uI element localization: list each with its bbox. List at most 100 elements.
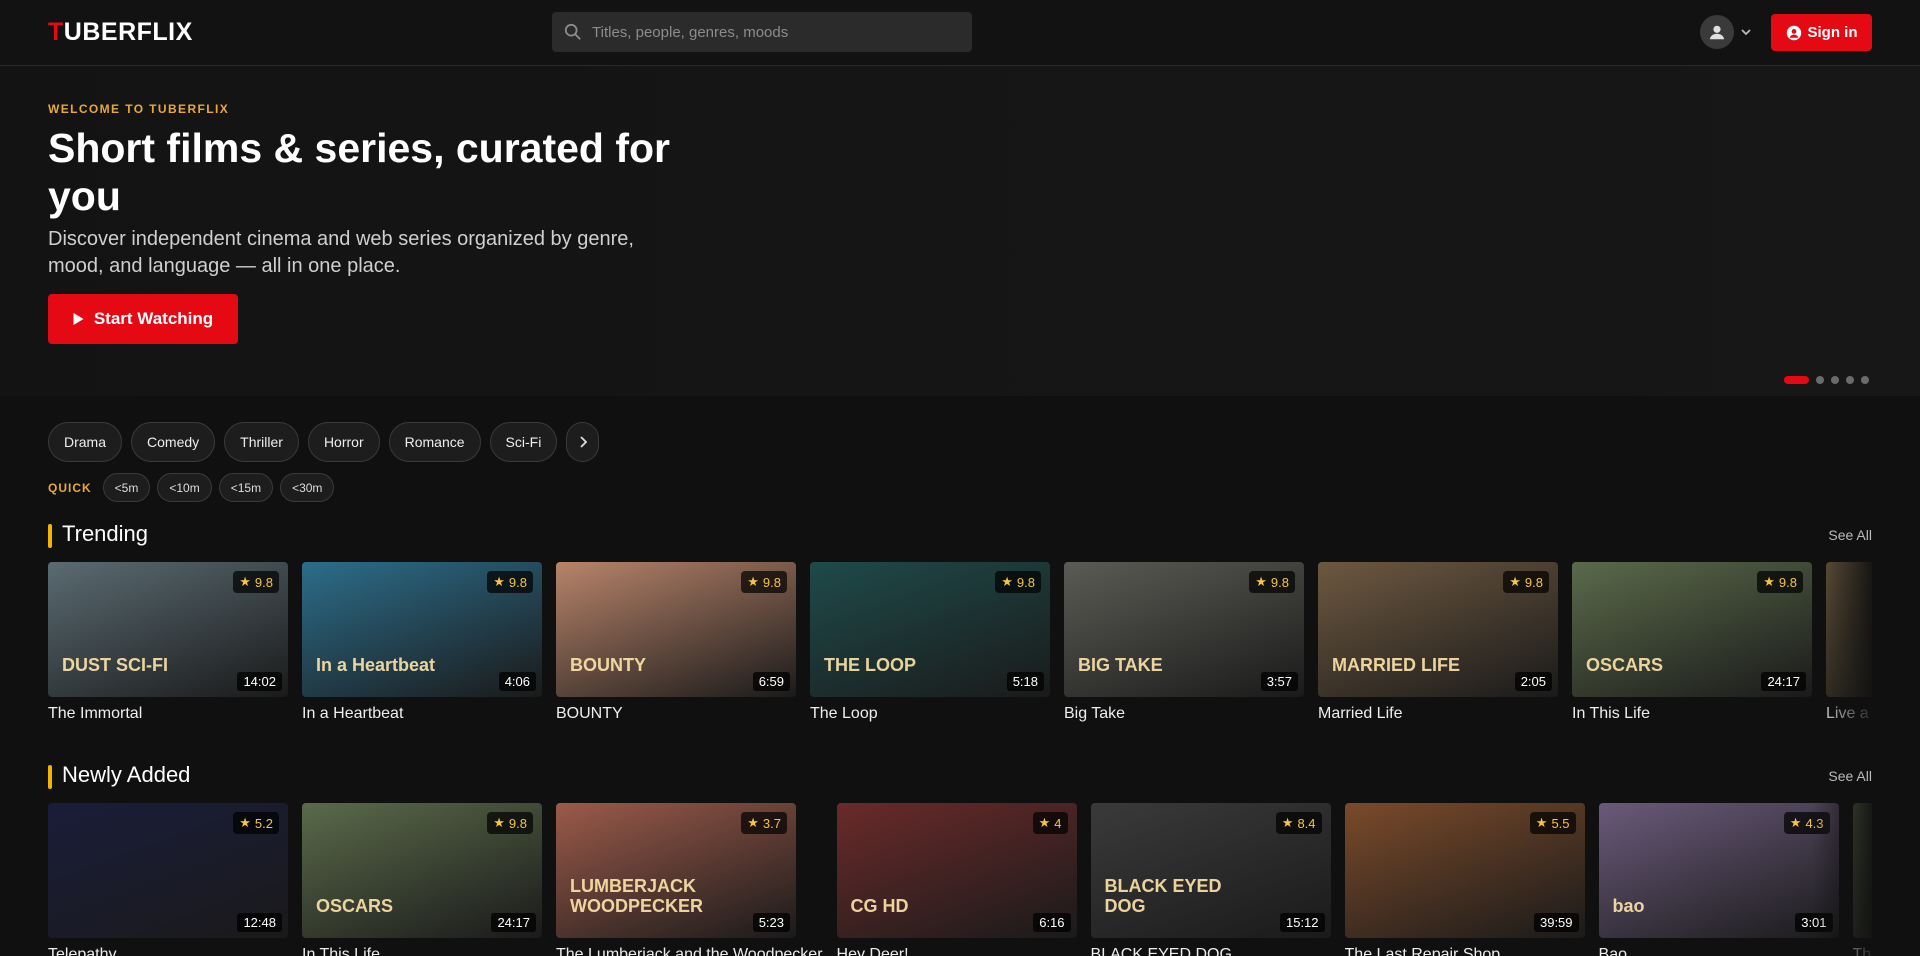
- video-thumbnail[interactable]: [1826, 562, 1872, 697]
- chevron-down-icon[interactable]: [1740, 26, 1752, 38]
- carousel-dot-3[interactable]: [1831, 376, 1839, 384]
- rating-value: 9.8: [508, 815, 527, 831]
- video-thumbnail[interactable]: OSCARS ★ 9.8 24:17: [302, 803, 542, 938]
- newly-added-card[interactable]: LUMBERJACK WOODPECKER ★ 3.7 5:23 The Lumberj…: [556, 803, 823, 956]
- newly-added-see-all-link[interactable]: See All: [1828, 768, 1872, 784]
- thumbnail-art-text: In a Heartbeat: [316, 655, 436, 675]
- video-title[interactable]: The Immortal: [48, 705, 288, 722]
- trending-card[interactable]: Live a L: [1826, 562, 1872, 722]
- genre-chip-comedy[interactable]: Comedy: [131, 422, 216, 462]
- search-input[interactable]: [592, 23, 952, 41]
- video-title[interactable]: The Loop: [810, 705, 1050, 722]
- newly-added-row: ★ 5.2 12:48 Telepathy OSCARS ★ 9.8 24:17 In This…: [48, 803, 1872, 956]
- video-title[interactable]: The Ph: [1853, 946, 1872, 956]
- carousel-dot-2[interactable]: [1816, 376, 1824, 384]
- section-accent-bar: [48, 524, 52, 548]
- newly-added-card[interactable]: bao ★ 4.3 3:01 Bao: [1598, 803, 1839, 956]
- trending-card[interactable]: DUST SCI-FI ★ 9.8 14:02 The Immortal: [48, 562, 288, 722]
- star-icon: ★: [1281, 815, 1294, 830]
- video-title[interactable]: Live a L: [1826, 705, 1872, 722]
- duration-badge: 5:18: [1006, 672, 1044, 691]
- genre-chip-drama[interactable]: Drama: [48, 422, 123, 462]
- newly-added-card[interactable]: BLACK EYED DOG ★ 8.4 15:12 BLACK EYED DOG: [1090, 803, 1331, 956]
- duration-badge: 24:17: [1761, 672, 1806, 691]
- trending-card[interactable]: MARRIED LIFE ★ 9.8 2:05 Married Life: [1318, 562, 1558, 722]
- rating-value: 9.8: [508, 574, 527, 590]
- genre-chip-horror[interactable]: Horror: [307, 422, 380, 462]
- video-thumbnail[interactable]: [1852, 803, 1872, 938]
- rating-value: 4: [1054, 815, 1062, 831]
- newly-added-card[interactable]: CG HD ★ 4 6:16 Hey Deer!: [836, 803, 1077, 956]
- video-thumbnail[interactable]: BIG TAKE ★ 9.8 3:57: [1064, 562, 1304, 697]
- quick-chip-under-10m[interactable]: <10m: [157, 473, 212, 502]
- video-title[interactable]: BOUNTY: [556, 705, 796, 722]
- search-bar[interactable]: [552, 12, 972, 52]
- newly-added-card[interactable]: OSCARS ★ 9.8 24:17 In This Life: [302, 803, 542, 956]
- genre-scroll-right-button[interactable]: [566, 422, 600, 462]
- video-title[interactable]: BLACK EYED DOG: [1091, 946, 1331, 956]
- genre-chip-romance[interactable]: Romance: [388, 422, 481, 462]
- rating-badge: ★ 9.8: [1249, 571, 1295, 593]
- video-title[interactable]: The Last Repair Shop: [1345, 946, 1585, 956]
- user-circle-icon: [1786, 25, 1801, 40]
- video-thumbnail[interactable]: OSCARS ★ 9.8 24:17: [1572, 562, 1812, 697]
- user-icon[interactable]: [1700, 15, 1734, 49]
- rating-badge: ★ 9.8: [1757, 571, 1803, 593]
- genre-chip-thriller[interactable]: Thriller: [224, 422, 299, 462]
- carousel-dot-5[interactable]: [1861, 376, 1869, 384]
- rating-value: 5.5: [1551, 815, 1570, 831]
- star-icon: ★: [1001, 574, 1013, 589]
- video-thumbnail[interactable]: In a Heartbeat ★ 9.8 4:06: [302, 562, 542, 697]
- video-thumbnail[interactable]: THE LOOP ★ 9.8 5:18: [810, 562, 1050, 697]
- video-thumbnail[interactable]: MARRIED LIFE ★ 9.8 2:05: [1318, 562, 1558, 697]
- newly-added-card[interactable]: The Ph: [1852, 803, 1872, 956]
- rating-value: 3.7: [762, 815, 781, 831]
- newly-added-card[interactable]: ★ 5.2 12:48 Telepathy: [48, 803, 288, 956]
- video-thumbnail[interactable]: ★ 5.5 39:59: [1344, 803, 1585, 938]
- rating-badge: ★ 4: [1032, 812, 1068, 834]
- video-thumbnail[interactable]: BLACK EYED DOG ★ 8.4 15:12: [1090, 803, 1331, 938]
- video-thumbnail[interactable]: DUST SCI-FI ★ 9.8 14:02: [48, 562, 288, 697]
- video-title[interactable]: Married Life: [1318, 705, 1558, 722]
- video-title[interactable]: Bao: [1599, 946, 1839, 956]
- video-thumbnail[interactable]: BOUNTY ★ 9.8 6:59: [556, 562, 796, 697]
- video-title[interactable]: The Lumberjack and the Woodpecker: [556, 946, 823, 956]
- star-icon: ★: [747, 815, 759, 830]
- thumbnail-art-text: BIG TAKE: [1078, 655, 1163, 675]
- video-title[interactable]: Telepathy: [48, 946, 288, 956]
- carousel-dot-4[interactable]: [1846, 376, 1854, 384]
- video-thumbnail[interactable]: LUMBERJACK WOODPECKER ★ 3.7 5:23: [556, 803, 796, 938]
- sign-in-label: Sign in: [1807, 24, 1858, 41]
- video-title[interactable]: In This Life: [1572, 705, 1812, 722]
- quick-chip-under-30m[interactable]: <30m: [280, 473, 335, 502]
- quick-chip-under-15m[interactable]: <15m: [218, 473, 274, 502]
- duration-badge: 14:02: [237, 672, 282, 691]
- trending-card[interactable]: OSCARS ★ 9.8 24:17 In This Life: [1572, 562, 1812, 722]
- video-title[interactable]: In a Heartbeat: [302, 705, 542, 722]
- play-icon: [73, 313, 84, 325]
- trending-card[interactable]: THE LOOP ★ 9.8 5:18 The Loop: [810, 562, 1050, 722]
- video-title[interactable]: Hey Deer!: [837, 946, 1077, 956]
- trending-card[interactable]: BOUNTY ★ 9.8 6:59 BOUNTY: [556, 562, 796, 722]
- video-thumbnail[interactable]: bao ★ 4.3 3:01: [1598, 803, 1839, 938]
- duration-badge: 4:06: [498, 672, 536, 691]
- start-watching-button[interactable]: Start Watching: [48, 294, 238, 344]
- video-title[interactable]: Big Take: [1064, 705, 1304, 722]
- duration-badge: 3:57: [1260, 672, 1298, 691]
- rating-value: 4.3: [1805, 815, 1824, 831]
- genre-chip-sci-fi[interactable]: Sci-Fi: [489, 422, 558, 462]
- account-menu[interactable]: [1700, 15, 1752, 49]
- newly-added-card[interactable]: ★ 5.5 39:59 The Last Repair Shop: [1344, 803, 1585, 956]
- tuberflix-logo[interactable]: TUBERFLIX: [48, 18, 193, 47]
- video-thumbnail[interactable]: CG HD ★ 4 6:16: [836, 803, 1077, 938]
- sign-in-button[interactable]: Sign in: [1771, 14, 1872, 51]
- video-title[interactable]: In This Life: [302, 946, 542, 956]
- trending-card[interactable]: BIG TAKE ★ 9.8 3:57 Big Take: [1064, 562, 1304, 722]
- trending-card[interactable]: In a Heartbeat ★ 9.8 4:06 In a Heartbeat: [302, 562, 542, 722]
- quick-chip-under-5m[interactable]: <5m: [102, 473, 151, 502]
- video-thumbnail[interactable]: ★ 5.2 12:48: [48, 803, 288, 938]
- carousel-dot-1[interactable]: [1784, 376, 1809, 384]
- trending-see-all-link[interactable]: See All: [1828, 527, 1872, 543]
- quick-duration-filter: QUICK <5m <10m <15m <30m: [48, 473, 335, 502]
- star-icon: ★: [239, 815, 251, 830]
